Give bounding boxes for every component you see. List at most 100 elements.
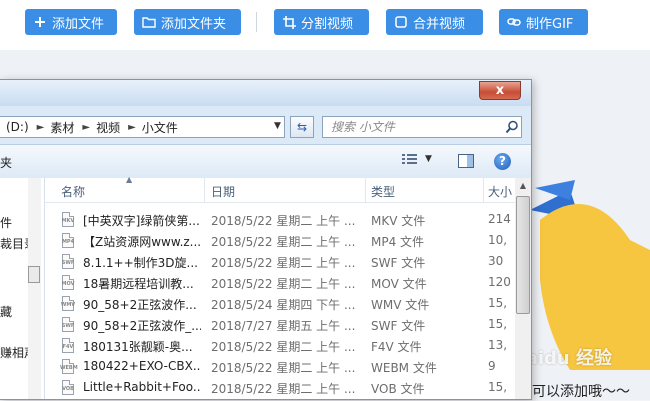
- dialog-titlebar[interactable]: x: [0, 80, 531, 106]
- file-size: 15,: [488, 296, 508, 310]
- file-name: 【Z站资源网www.z...: [83, 235, 201, 249]
- crop-icon: [282, 15, 296, 29]
- file-type-badge: SWF: [61, 260, 75, 266]
- file-type-badge: MKV: [61, 218, 75, 224]
- plus-icon: [33, 15, 47, 29]
- file-size: 214: [488, 212, 511, 226]
- file-size: 15,: [488, 317, 508, 331]
- file-type: VOB 文件: [371, 382, 425, 396]
- split-video-button[interactable]: 分割视频: [274, 9, 369, 35]
- file-row[interactable]: WEBM 180422+EXO-CBX... 2018/5/22 星期二 上午 ..…: [45, 356, 515, 377]
- link-icon: [507, 15, 521, 29]
- file-size: 10,: [488, 233, 508, 247]
- video-file-icon: MOV: [62, 275, 74, 290]
- app-toolbar: 添加文件 添加文件夹 分割视频 合并视频 制作GIF: [0, 0, 650, 50]
- video-file-icon: VOB: [62, 380, 74, 395]
- file-type: F4V 文件: [371, 340, 422, 354]
- chevron-right-icon[interactable]: ►: [128, 122, 136, 133]
- file-type: SWF 文件: [371, 256, 426, 270]
- add-file-button[interactable]: 添加文件: [25, 9, 117, 35]
- column-header-name[interactable]: 名称: [61, 183, 85, 200]
- breadcrumb-item[interactable]: 视频: [96, 119, 120, 136]
- video-file-icon: WEBM: [60, 359, 78, 374]
- search-icon[interactable]: [505, 120, 519, 134]
- file-date: 2018/5/22 星期二 上午 ...: [211, 361, 356, 375]
- file-row[interactable]: VOB Little+Rabbit+Foo... 2018/5/22 星期二 上午 …: [45, 377, 515, 398]
- refresh-button[interactable]: ⇆: [290, 116, 314, 138]
- column-header-size[interactable]: 大小: [488, 183, 512, 200]
- file-date: 2018/5/22 星期二 上午 ...: [211, 277, 356, 291]
- make-gif-label: 制作GIF: [526, 16, 574, 32]
- column-divider[interactable]: [483, 178, 484, 202]
- file-row[interactable]: SWF 8.1.1++制作3D旋... 2018/5/22 星期二 上午 ... SW…: [45, 251, 515, 272]
- file-type: WMV 文件: [371, 298, 430, 312]
- nav-item[interactable]: 件: [0, 214, 12, 231]
- chevron-right-icon[interactable]: ►: [82, 122, 90, 133]
- file-type-badge: SWF: [61, 323, 75, 329]
- file-name: 180422+EXO-CBX...: [83, 359, 201, 373]
- make-gif-button[interactable]: 制作GIF: [499, 9, 588, 35]
- file-size: 120: [488, 275, 511, 289]
- search-box[interactable]: [322, 116, 522, 138]
- preview-pane-icon[interactable]: [458, 154, 474, 168]
- hint-text: 可以添加哦～～: [532, 384, 630, 400]
- chevron-down-icon[interactable]: ▼: [274, 121, 281, 131]
- merge-video-label: 合并视频: [413, 16, 466, 32]
- file-name: 90_58+2正弦波作_...: [83, 319, 201, 333]
- file-date: 2018/7/27 星期五 上午 ...: [211, 319, 356, 333]
- file-row[interactable]: MP4 【Z站资源网www.z... 2018/5/22 星期二 上午 ... MP4…: [45, 230, 515, 251]
- file-row[interactable]: SWF 90_58+2正弦波作_... 2018/7/27 星期五 上午 ... SW…: [45, 314, 515, 335]
- chevron-down-icon[interactable]: ▼: [425, 154, 432, 164]
- file-name: 180131张靓颖-奥...: [83, 340, 193, 354]
- breadcrumb-item[interactable]: 素材: [50, 119, 74, 136]
- file-date: 2018/5/22 星期二 上午 ...: [211, 340, 356, 354]
- file-type-badge: F4V: [62, 344, 74, 350]
- file-type-badge: MP4: [61, 239, 75, 245]
- close-button[interactable]: x: [479, 81, 521, 100]
- file-row[interactable]: WMV 90_58+2正弦波作... 2018/5/24 星期四 下午 ... WMV…: [45, 293, 515, 314]
- column-header-date[interactable]: 日期: [211, 183, 235, 200]
- split-video-label: 分割视频: [301, 16, 354, 32]
- file-type: MP4 文件: [371, 235, 425, 249]
- breadcrumb-item[interactable]: 小文件: [142, 119, 178, 136]
- file-row[interactable]: F4V 180131张靓颖-奥... 2018/5/22 星期二 上午 ... F4V…: [45, 335, 515, 356]
- file-size: 15,: [488, 380, 508, 394]
- video-file-icon: SWF: [62, 317, 74, 332]
- column-header-row: ▲ 名称 日期 类型 大小: [45, 175, 531, 203]
- help-icon[interactable]: ?: [494, 153, 511, 170]
- file-date: 2018/5/24 星期四 下午 ...: [211, 298, 356, 312]
- file-date: 2018/5/22 星期二 上午 ...: [211, 214, 356, 228]
- file-name: 18暑期远程培训教...: [83, 277, 194, 291]
- file-row[interactable]: MKV [中英双字]绿箭侠第... 2018/5/22 星期二 上午 ... MKV …: [45, 209, 515, 230]
- scroll-thumb[interactable]: [516, 196, 530, 314]
- views-button[interactable]: ▼: [402, 153, 432, 165]
- file-type: MOV 文件: [371, 277, 427, 291]
- file-list: ▲ 名称 日期 类型 大小 MKV [中英双字]绿箭侠第... 2018/5/22 …: [45, 175, 531, 399]
- nav-item[interactable]: 藏: [0, 303, 12, 320]
- video-file-icon: F4V: [62, 338, 74, 353]
- file-size: 13,: [488, 338, 508, 352]
- add-file-label: 添加文件: [52, 16, 105, 32]
- search-input[interactable]: [331, 118, 501, 136]
- column-header-type[interactable]: 类型: [371, 183, 395, 200]
- file-type: SWF 文件: [371, 319, 426, 333]
- nav-scroll-thumb[interactable]: [28, 266, 40, 283]
- nav-scrollbar[interactable]: [28, 178, 41, 399]
- chevron-right-icon[interactable]: ►: [37, 122, 45, 133]
- add-folder-button[interactable]: 添加文件夹: [134, 9, 241, 35]
- scroll-up-icon[interactable]: ▲: [515, 178, 531, 194]
- file-name: Little+Rabbit+Foo...: [83, 380, 201, 394]
- merge-video-button[interactable]: 合并视频: [386, 9, 483, 35]
- merge-icon: [394, 15, 408, 29]
- file-row[interactable]: MOV 18暑期远程培训教... 2018/5/22 星期二 上午 ... MOV 文…: [45, 272, 515, 293]
- column-divider[interactable]: [204, 178, 205, 202]
- file-list-scrollbar[interactable]: ▲: [515, 178, 531, 399]
- file-name: 90_58+2正弦波作...: [83, 298, 197, 312]
- breadcrumb-drive[interactable]: (D:): [6, 120, 29, 134]
- address-bar[interactable]: (D:) ► 素材 ► 视频 ► 小文件 ▼: [0, 116, 285, 138]
- refresh-icon: ⇆: [296, 120, 308, 134]
- file-size: 30: [488, 254, 504, 268]
- navigation-pane: 件 裁目录 藏 赚相声: [0, 178, 45, 399]
- new-folder-button[interactable]: 夹: [0, 154, 12, 171]
- column-divider[interactable]: [365, 178, 366, 202]
